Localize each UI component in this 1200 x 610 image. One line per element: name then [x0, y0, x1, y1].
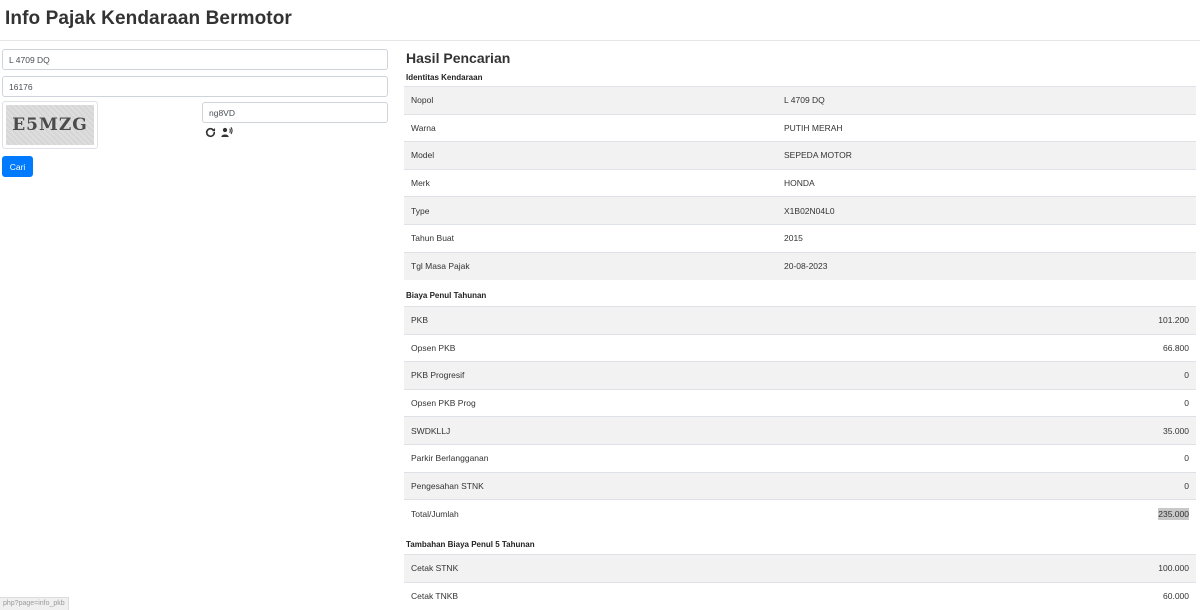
row-value: X1B02N04L0 — [777, 196, 1196, 225]
row-value: SEPEDA MOTOR — [777, 141, 1196, 170]
kode-input[interactable] — [2, 76, 388, 97]
result-title: Hasil Pencarian — [406, 50, 511, 66]
row-label: Nopol — [404, 86, 777, 115]
table-row: Merk HONDA — [404, 168, 1196, 197]
captcha-image: E5MZG — [6, 105, 94, 145]
captcha-image-box: E5MZG — [2, 101, 98, 149]
nopol-input[interactable] — [2, 49, 388, 70]
row-label: Tahun Buat — [404, 223, 777, 253]
row-value: 20-08-2023 — [777, 251, 1196, 280]
refresh-icon[interactable] — [204, 126, 216, 138]
captcha-input[interactable] — [202, 102, 388, 123]
status-url: php?page=info_pkb — [0, 597, 69, 610]
row-value: 0 — [935, 443, 1196, 473]
table-row: Opsen PKB 66.800 — [404, 333, 1196, 362]
search-button[interactable]: Cari — [2, 156, 33, 177]
table-row: Nopol L 4709 DQ — [404, 86, 1196, 115]
row-value: 0 — [935, 471, 1196, 500]
row-label: Parkir Berlangganan — [404, 443, 936, 473]
page-title: Info Pajak Kendaraan Bermotor — [5, 8, 292, 29]
table-row: Warna PUTIH MERAH — [404, 113, 1196, 142]
section-biaya-heading: Biaya Penul Tahunan — [406, 291, 487, 300]
row-label: Pengesahan STNK — [404, 471, 936, 500]
table-row: Type X1B02N04L0 — [404, 196, 1196, 225]
biaya-table: PKB 101.200 Opsen PKB 66.800 PKB Progresif… — [404, 306, 1196, 528]
table-row: Pengesahan STNK 0 — [404, 471, 1196, 500]
row-label: Opsen PKB — [404, 333, 936, 362]
row-label: Total/Jumlah — [404, 499, 936, 528]
row-value: 0 — [935, 361, 1196, 390]
row-label: Cetak STNK — [404, 554, 862, 583]
captcha-tools — [204, 126, 233, 138]
table-row: Tahun Buat 2015 — [404, 223, 1196, 253]
table-row: PKB Progresif 0 — [404, 361, 1196, 390]
identitas-table: Nopol L 4709 DQ Warna PUTIH MERAH Model SEP… — [404, 86, 1196, 280]
row-value: PUTIH MERAH — [777, 113, 1196, 142]
row-label: SWDKLLJ — [404, 416, 936, 445]
section-identitas-heading: Identitas Kendaraan — [406, 73, 483, 82]
title-divider — [0, 40, 1200, 41]
row-value: 0 — [935, 388, 1196, 417]
section-tambahan-heading: Tambahan Biaya Penul 5 Tahunan — [406, 540, 535, 549]
row-value: 2015 — [777, 223, 1196, 253]
row-value: L 4709 DQ — [777, 86, 1196, 115]
row-label: PKB — [404, 306, 936, 335]
row-value: 100.000 — [861, 554, 1196, 583]
row-value: 35.000 — [935, 416, 1196, 445]
table-row: Total/Jumlah 235.000 — [404, 499, 1196, 528]
row-label: Type — [404, 196, 777, 225]
table-row: Opsen PKB Prog 0 — [404, 388, 1196, 417]
table-row: Model SEPEDA MOTOR — [404, 141, 1196, 170]
row-label: Opsen PKB Prog — [404, 388, 936, 417]
row-label: Model — [404, 141, 777, 170]
table-row: SWDKLLJ 35.000 — [404, 416, 1196, 445]
row-label: Tgl Masa Pajak — [404, 251, 777, 280]
row-value: 66.800 — [935, 333, 1196, 362]
row-label: Cetak TNKB — [404, 581, 862, 610]
row-value: 60.000 — [861, 581, 1196, 610]
row-label: PKB Progresif — [404, 361, 936, 390]
table-row: Cetak STNK 100.000 — [404, 554, 1196, 583]
row-label: Warna — [404, 113, 777, 142]
table-row: Cetak TNKB 60.000 — [404, 581, 1196, 610]
total-value: 235.000 — [1158, 507, 1189, 520]
table-row: Tgl Masa Pajak 20-08-2023 — [404, 251, 1196, 280]
row-value: HONDA — [777, 168, 1196, 197]
row-value: 101.200 — [935, 306, 1196, 335]
row-label: Merk — [404, 168, 777, 197]
tambahan-table: Cetak STNK 100.000 Cetak TNKB 60.000 — [404, 554, 1196, 610]
speaker-icon[interactable] — [221, 126, 233, 138]
table-row: Parkir Berlangganan 0 — [404, 443, 1196, 473]
table-row: PKB 101.200 — [404, 306, 1196, 335]
